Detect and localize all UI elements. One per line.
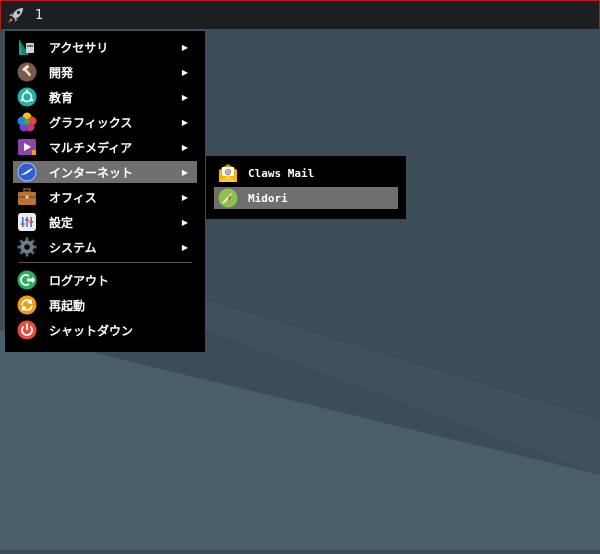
submenu-arrow-icon: ▶ [181,142,188,152]
menu-separator [18,262,192,263]
reboot-icon [17,295,37,315]
rocket-icon[interactable] [1,1,31,29]
submenu-item-label: Midori [248,191,288,205]
menu-item-label: シャットダウン [49,323,134,338]
browser-icon [218,188,238,208]
internet-submenu: @ Claws Mail Midori [206,156,406,219]
menu-item-label: 設定 [49,215,74,230]
menu-item-label: システム [49,240,97,255]
office-icon [17,187,37,207]
menu-item-logout[interactable]: ログアウト [13,269,197,291]
menu-item-graphics[interactable]: グラフィックス ▶ [13,111,197,133]
power-icon [17,320,37,340]
application-menu: アクセサリ ▶ 開発 ▶ 教育 ▶ グラフィックス ▶ マルチメディア ▶ イン… [5,31,205,352]
menu-item-system[interactable]: システム ▶ [13,236,197,258]
menu-item-development[interactable]: 開発 ▶ [13,61,197,83]
settings-icon [17,212,37,232]
logout-icon [17,270,37,290]
submenu-arrow-icon: ▶ [181,217,188,227]
multimedia-icon [17,137,37,157]
gear-icon [17,237,37,257]
submenu-item-label: Claws Mail [248,166,315,180]
menu-item-label: オフィス [49,190,97,205]
menu-item-internet[interactable]: インターネット ▶ [13,161,197,183]
submenu-arrow-icon: ▶ [181,167,188,177]
accessories-icon [17,37,37,57]
education-icon [17,87,37,107]
submenu-arrow-icon: ▶ [181,117,188,127]
submenu-arrow-icon: ▶ [181,242,188,252]
mail-icon: @ [218,163,238,183]
submenu-arrow-icon: ▶ [181,67,188,77]
taskbar: 1 [0,0,600,30]
menu-item-shutdown[interactable]: シャットダウン [13,319,197,341]
menu-item-office[interactable]: オフィス ▶ [13,186,197,208]
menu-item-education[interactable]: 教育 ▶ [13,86,197,108]
submenu-arrow-icon: ▶ [181,92,188,102]
menu-item-settings[interactable]: 設定 ▶ [13,211,197,233]
menu-item-label: アクセサリ [49,40,109,55]
workspace-indicator[interactable]: 1 [35,8,43,23]
graphics-icon [17,112,37,132]
menu-item-accessories[interactable]: アクセサリ ▶ [13,36,197,58]
menu-item-label: マルチメディア [49,140,133,155]
submenu-arrow-icon: ▶ [181,42,188,52]
menu-item-multimedia[interactable]: マルチメディア ▶ [13,136,197,158]
menu-item-label: 開発 [49,65,74,80]
menu-item-label: 教育 [49,90,74,105]
menu-item-reboot[interactable]: 再起動 [13,294,197,316]
menu-item-label: インターネット [49,165,134,180]
internet-icon [17,162,37,182]
submenu-item-claws-mail[interactable]: @ Claws Mail [214,162,398,184]
development-icon [17,62,37,82]
submenu-arrow-icon: ▶ [181,192,188,202]
submenu-item-midori[interactable]: Midori [214,187,398,209]
menu-item-label: 再起動 [49,298,86,313]
menu-item-label: グラフィックス [49,115,133,130]
menu-item-label: ログアウト [49,273,110,288]
svg-text:@: @ [225,168,232,176]
